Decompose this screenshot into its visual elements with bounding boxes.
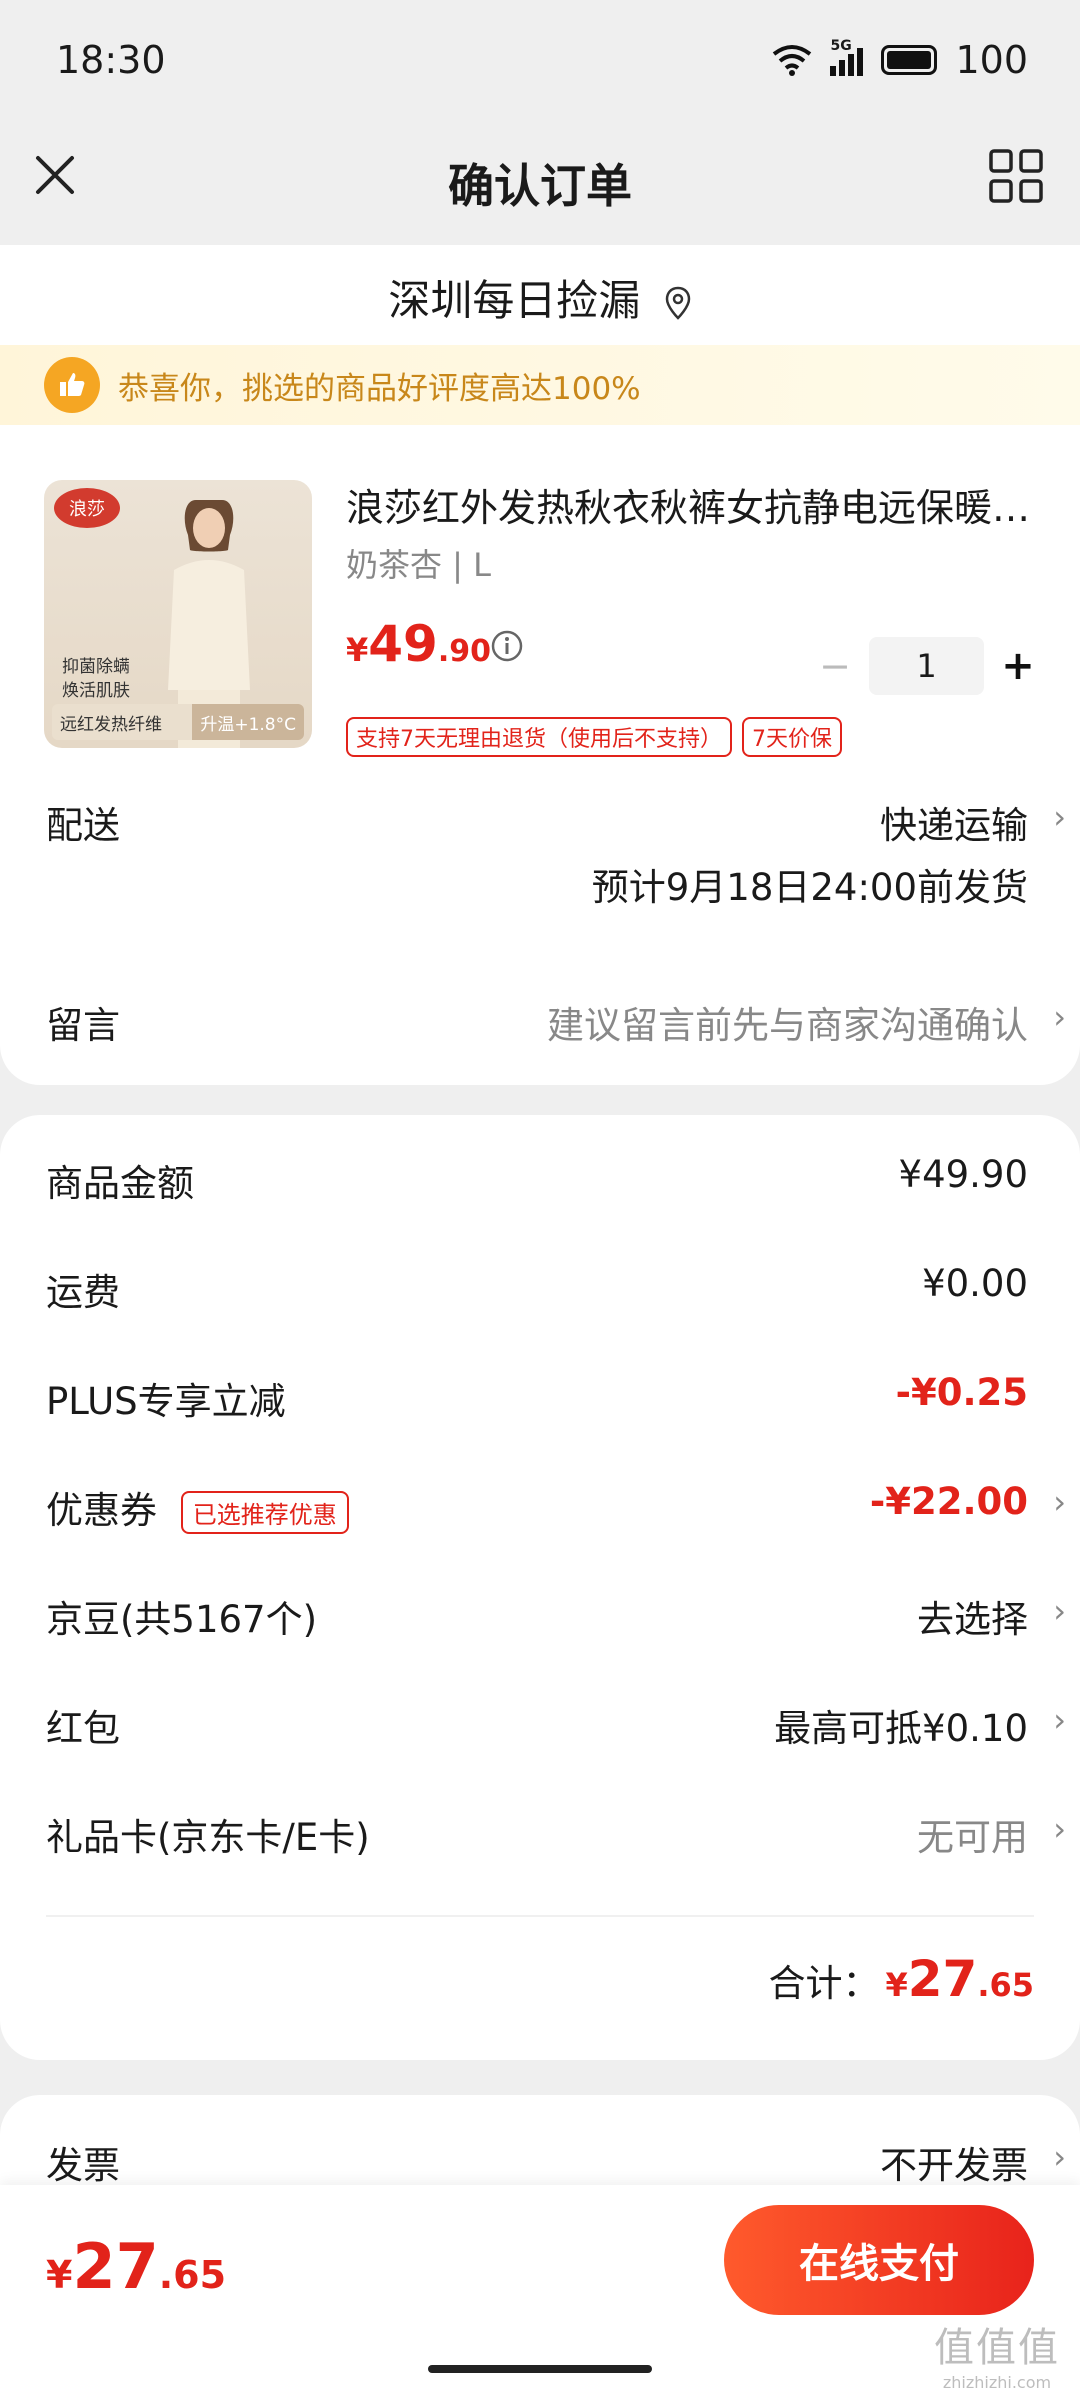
bottom-price-decimal: .65 [158, 2253, 227, 2297]
divider [46, 1915, 1034, 1917]
shipping-row: 运费 ¥0.00 [0, 1262, 1080, 1322]
price-decimal: .90 [437, 634, 492, 669]
coupon-label: 优惠券 [46, 1489, 157, 1532]
chevron-right-icon: › [1053, 1592, 1066, 1630]
bottom-price-integer: 27 [72, 2230, 159, 2303]
giftcard-value: 无可用 [917, 1816, 1028, 1859]
total-decimal: .65 [977, 1966, 1034, 2004]
coupon-row[interactable]: 优惠券 已选推荐优惠 -¥22.00 › [0, 1480, 1080, 1540]
signal-icon: 5G [830, 38, 864, 76]
status-bar: 18:30 5G 100 [0, 0, 1080, 120]
invoice-label: 发票 [46, 2144, 120, 2187]
plus-discount-value: -¥0.25 [895, 1371, 1028, 1414]
home-indicator[interactable] [428, 2365, 652, 2373]
delivery-label: 配送 [46, 804, 120, 847]
total-integer: 27 [907, 1950, 978, 2008]
giftcard-row[interactable]: 礼品卡(京东卡/E卡) 无可用 › [0, 1807, 1080, 1867]
watermark-url: zhizhizhi.com [942, 2373, 1052, 2392]
chevron-right-icon: › [1053, 2138, 1066, 2176]
product-image-feature: 远红发热纤维 升温+1.8°C [52, 704, 304, 740]
total-label: 合计： [768, 1962, 880, 2005]
hongbao-value: 最高可抵¥0.10 [774, 1707, 1028, 1750]
goods-amount-label: 商品金额 [46, 1162, 194, 1205]
rating-banner: 恭喜你，挑选的商品好评度高达100% [0, 345, 1080, 425]
chevron-right-icon: › [1053, 798, 1066, 836]
status-icons: 5G 100 [772, 38, 1028, 82]
product-image[interactable]: 浪莎 抑菌除螨 焕活肌肤 远红发热纤维 升温+1.8°C [44, 480, 312, 748]
location-pin-icon [665, 286, 690, 320]
store-name-row[interactable]: 深圳每日捡漏 [0, 267, 1080, 328]
delivery-method-row[interactable]: 快递运输 [880, 795, 1028, 849]
store-card: 深圳每日捡漏 恭喜你，挑选的商品好评度高达100% 浪莎 抑菌除螨 焕活肌肤 远… [0, 245, 1080, 1085]
plus-discount-label: PLUS专享立减 [46, 1380, 286, 1423]
brand-logo: 浪莎 [54, 488, 120, 528]
message-placeholder: 建议留言前先与商家沟通确认 [547, 1004, 1028, 1047]
product-image-tagline: 抑菌除螨 焕活肌肤 [62, 655, 130, 703]
coupon-label-group: 优惠券 已选推荐优惠 [46, 1480, 349, 1534]
jingdou-label: 京豆(共5167个) [46, 1598, 318, 1641]
wifi-icon [773, 45, 812, 76]
feature-left: 远红发热纤维 [52, 704, 193, 740]
grid-menu-icon[interactable] [988, 148, 1044, 204]
bottom-currency: ¥ [46, 2253, 73, 2297]
watermark: 值值值 zhizhizhi.com [934, 2315, 1060, 2392]
thumbs-up-icon [44, 357, 100, 413]
shipping-value: ¥0.00 [922, 1262, 1028, 1305]
invoice-value: 不开发票 [880, 2144, 1028, 2187]
chevron-right-icon: › [1053, 1483, 1066, 1521]
page-title: 确认订单 [448, 159, 632, 213]
info-icon[interactable] [490, 629, 524, 663]
goods-amount-row: 商品金额 ¥49.90 [0, 1153, 1080, 1213]
jingdou-value: 去选择 [917, 1598, 1028, 1641]
quantity-stepper: − 1 + [815, 637, 1038, 695]
jingdou-row[interactable]: 京豆(共5167个) 去选择 › [0, 1589, 1080, 1649]
status-time: 18:30 [56, 38, 166, 82]
total-currency: ¥ [885, 1966, 908, 2004]
watermark-logo: 值值值 [934, 2325, 1060, 2371]
order-total: 合计： ¥ 27 .65 [768, 1950, 1034, 2008]
message-row[interactable]: 建议留言前先与商家沟通确认 [547, 995, 1028, 1049]
qty-minus-button[interactable]: − [815, 644, 855, 688]
pay-online-button[interactable]: 在线支付 [724, 2205, 1034, 2315]
message-label: 留言 [46, 1004, 120, 1047]
battery-level: 100 [955, 38, 1028, 82]
qty-input[interactable]: 1 [869, 637, 984, 695]
bottom-total-price: ¥ 27 .65 [46, 2230, 226, 2303]
hongbao-label: 红包 [46, 1707, 120, 1750]
chevron-right-icon: › [1053, 1701, 1066, 1739]
product-price: ¥49.90 [346, 615, 491, 673]
battery-icon [881, 45, 938, 75]
tagline-1: 抑菌除螨 [62, 657, 130, 677]
price-currency: ¥ [346, 631, 369, 669]
giftcard-label: 礼品卡(京东卡/E卡) [46, 1816, 370, 1859]
feature-right: 升温+1.8°C [192, 704, 304, 740]
coupon-badge: 已选推荐优惠 [180, 1491, 349, 1534]
return-policy-tag: 支持7天无理由退货（使用后不支持） [346, 717, 732, 757]
price-integer: 49 [368, 615, 438, 673]
banner-text: 恭喜你，挑选的商品好评度高达100% [118, 370, 641, 407]
qty-plus-button[interactable]: + [998, 643, 1038, 689]
tagline-2: 焕活肌肤 [62, 681, 130, 701]
plus-discount-row: PLUS专享立减 -¥0.25 [0, 1371, 1080, 1431]
service-tags: 支持7天无理由退货（使用后不支持） 7天价保 [346, 717, 842, 757]
price-summary-card: 商品金额 ¥49.90 运费 ¥0.00 PLUS专享立减 -¥0.25 优惠券… [0, 1115, 1080, 2060]
hongbao-row[interactable]: 红包 最高可抵¥0.10 › [0, 1698, 1080, 1758]
chevron-right-icon: › [1053, 1810, 1066, 1848]
store-name: 深圳每日捡漏 [388, 276, 641, 325]
product-spec[interactable]: 奶茶杏 | L [346, 540, 491, 586]
price-protect-tag: 7天价保 [742, 717, 842, 757]
chevron-right-icon: › [1053, 998, 1066, 1036]
bottom-checkout-bar: ¥ 27 .65 在线支付 值值值 zhizhizhi.com [0, 2185, 1080, 2400]
shipping-label: 运费 [46, 1271, 120, 1314]
product-title[interactable]: 浪莎红外发热秋衣秋裤女抗静电远保暖… [346, 477, 1046, 532]
delivery-method: 快递运输 [880, 804, 1028, 847]
coupon-value: -¥22.00 [869, 1480, 1028, 1523]
goods-amount-value: ¥49.90 [898, 1153, 1028, 1196]
header: 确认订单 [0, 120, 1080, 245]
network-type-label: 5G [830, 38, 852, 54]
delivery-eta: 预计9月18日24:00前发货 [591, 866, 1028, 909]
